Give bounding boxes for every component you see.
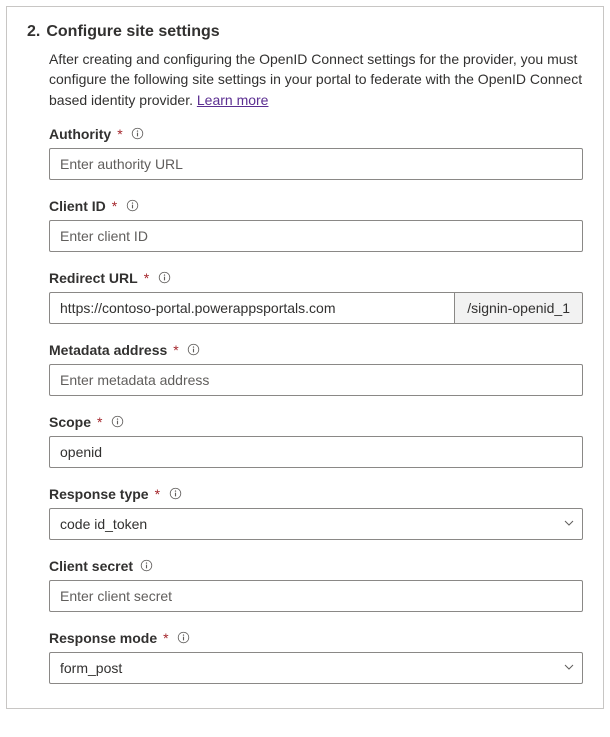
label-text: Response mode: [49, 630, 157, 646]
field-client-id: Client ID *: [49, 198, 583, 252]
learn-more-link[interactable]: Learn more: [197, 92, 269, 108]
label-client-id: Client ID *: [49, 198, 583, 214]
description-text: After creating and configuring the OpenI…: [49, 51, 582, 108]
section-heading-row: 2. Configure site settings: [27, 23, 583, 41]
label-text: Client ID: [49, 198, 106, 214]
required-indicator: *: [163, 630, 168, 646]
field-metadata-address: Metadata address *: [49, 342, 583, 396]
redirect-url-group: /signin-openid_1: [49, 292, 583, 324]
client-id-input[interactable]: [49, 220, 583, 252]
required-indicator: *: [144, 270, 149, 286]
info-icon[interactable]: [177, 631, 191, 645]
scope-input[interactable]: [49, 436, 583, 468]
field-client-secret: Client secret: [49, 558, 583, 612]
info-icon[interactable]: [168, 487, 182, 501]
fields-container: Authority * Client ID * Redirect URL: [49, 126, 583, 684]
section-description: After creating and configuring the OpenI…: [49, 49, 583, 110]
field-scope: Scope *: [49, 414, 583, 468]
info-icon[interactable]: [139, 559, 153, 573]
field-redirect-url: Redirect URL * /signin-openid_1: [49, 270, 583, 324]
label-metadata-address: Metadata address *: [49, 342, 583, 358]
field-response-type: Response type *: [49, 486, 583, 540]
label-response-type: Response type *: [49, 486, 583, 502]
label-text: Response type: [49, 486, 149, 502]
label-text: Client secret: [49, 558, 133, 574]
label-text: Scope: [49, 414, 91, 430]
required-indicator: *: [97, 414, 102, 430]
required-indicator: *: [117, 126, 122, 142]
label-text: Metadata address: [49, 342, 167, 358]
label-client-secret: Client secret: [49, 558, 583, 574]
required-indicator: *: [173, 342, 178, 358]
label-authority: Authority *: [49, 126, 583, 142]
info-icon[interactable]: [131, 127, 145, 141]
field-authority: Authority *: [49, 126, 583, 180]
authority-input[interactable]: [49, 148, 583, 180]
metadata-address-input[interactable]: [49, 364, 583, 396]
info-icon[interactable]: [110, 415, 124, 429]
redirect-url-suffix: /signin-openid_1: [455, 292, 583, 324]
info-icon[interactable]: [187, 343, 201, 357]
configure-site-settings-card: 2. Configure site settings After creatin…: [6, 6, 604, 709]
label-response-mode: Response mode *: [49, 630, 583, 646]
response-mode-select[interactable]: [49, 652, 583, 684]
label-redirect-url: Redirect URL *: [49, 270, 583, 286]
section-title: Configure site settings: [46, 23, 219, 41]
label-text: Redirect URL: [49, 270, 138, 286]
info-icon[interactable]: [125, 199, 139, 213]
step-number: 2.: [27, 23, 40, 41]
required-indicator: *: [155, 486, 160, 502]
redirect-url-input[interactable]: [49, 292, 455, 324]
field-response-mode: Response mode *: [49, 630, 583, 684]
label-text: Authority: [49, 126, 111, 142]
label-scope: Scope *: [49, 414, 583, 430]
response-type-select[interactable]: [49, 508, 583, 540]
required-indicator: *: [112, 198, 117, 214]
client-secret-input[interactable]: [49, 580, 583, 612]
response-mode-value[interactable]: [49, 652, 583, 684]
info-icon[interactable]: [157, 271, 171, 285]
response-type-value[interactable]: [49, 508, 583, 540]
